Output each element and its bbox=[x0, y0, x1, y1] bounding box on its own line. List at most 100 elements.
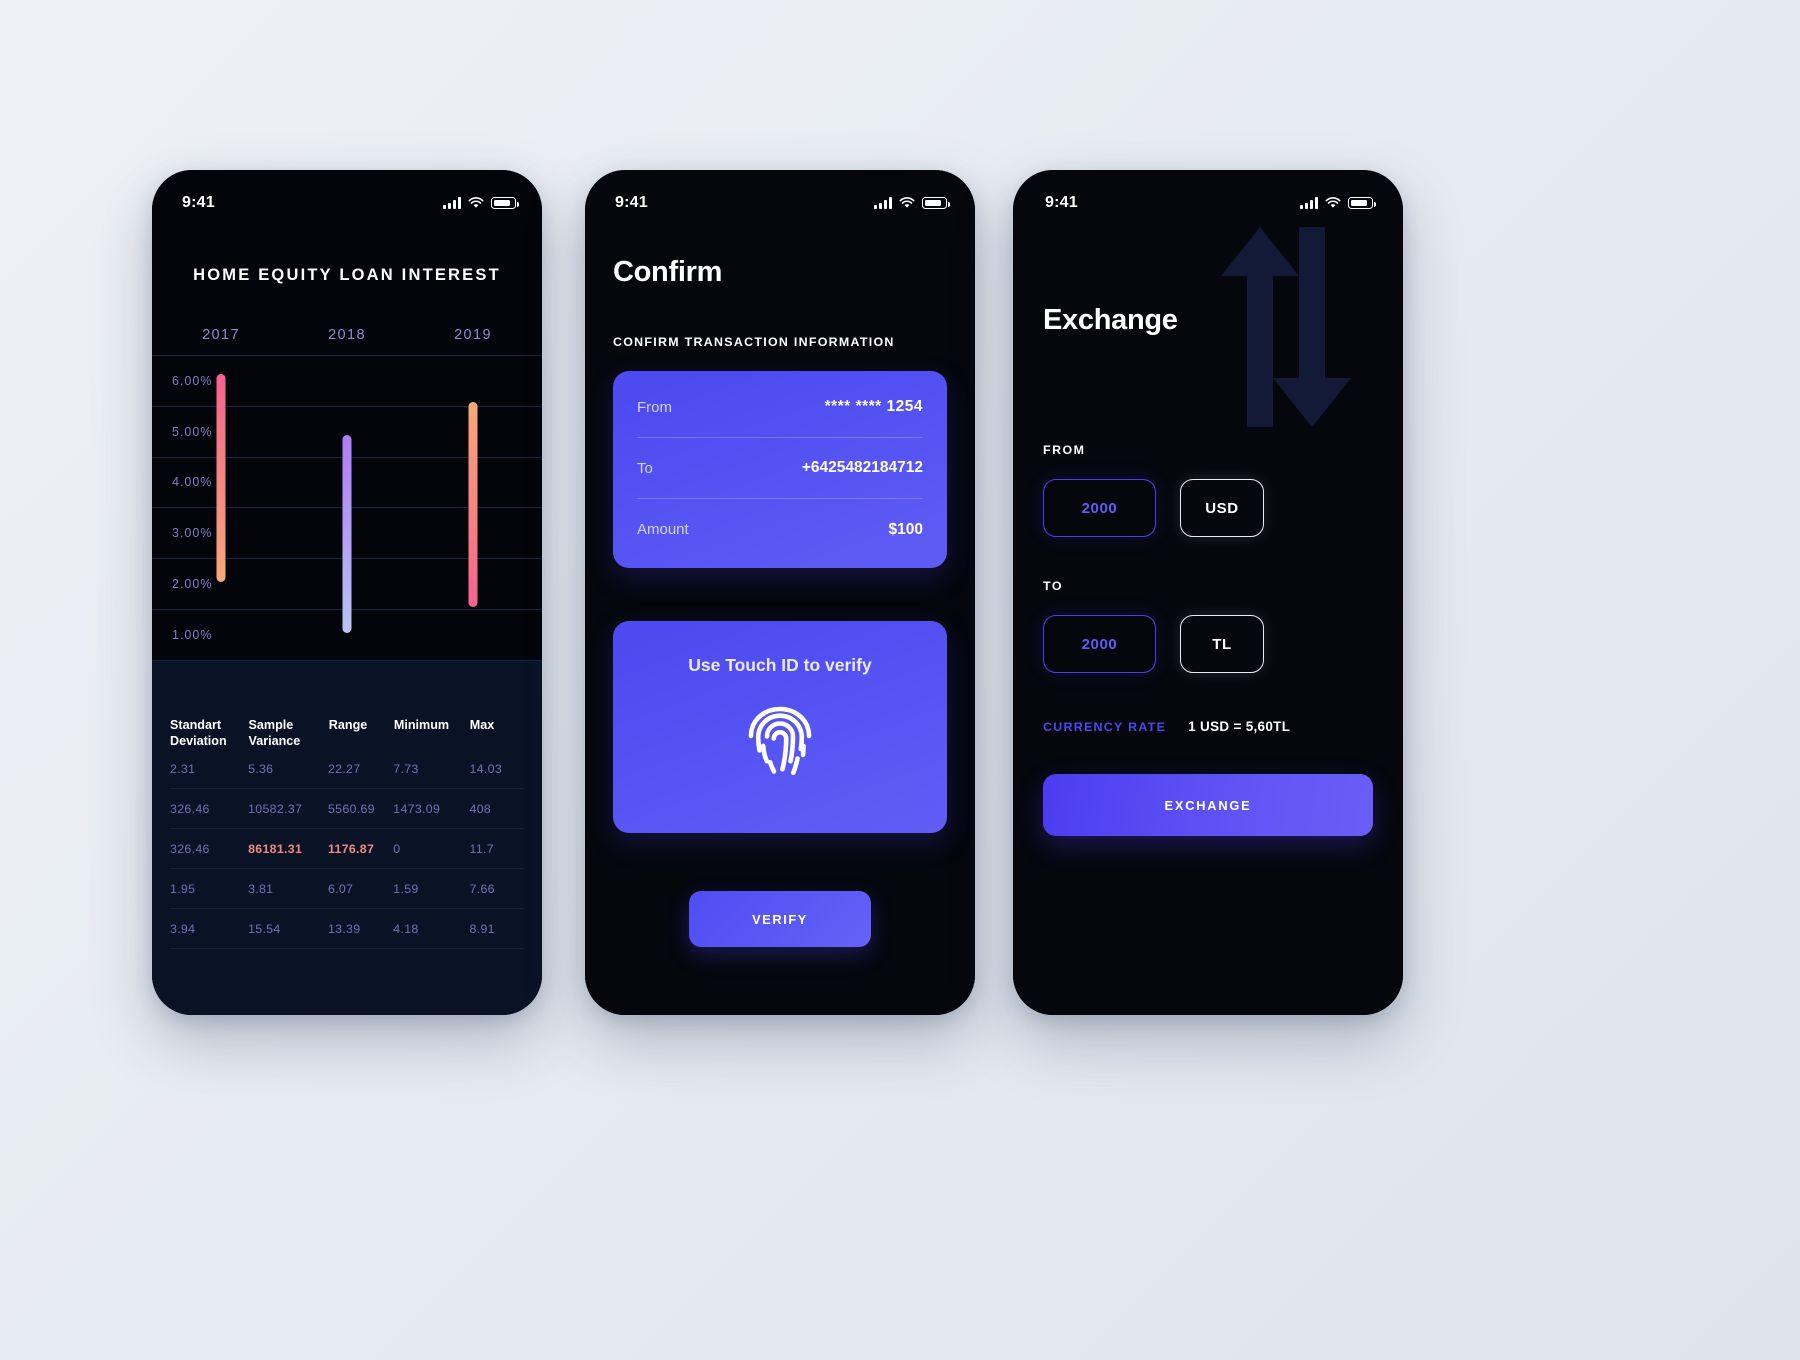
table-cell: 8.91 bbox=[469, 921, 495, 936]
page-title: HOME EQUITY LOAN INTEREST bbox=[193, 266, 501, 284]
year-label: 2017 bbox=[202, 327, 240, 343]
currency-rate-row: CURRENCY RATE 1 USD = 5,60TL bbox=[1043, 719, 1373, 734]
table-header-row: Standart Deviation Sample Variance Range… bbox=[170, 660, 524, 749]
grid-row: 4.00% bbox=[152, 458, 542, 509]
table-cell: 1.95 bbox=[170, 881, 196, 896]
table-cell: 6.07 bbox=[327, 881, 354, 896]
signal-bars-icon bbox=[874, 197, 892, 209]
grid-row: 3.00% bbox=[152, 508, 542, 560]
currency-rate-value: 1 USD = 5,60TL bbox=[1188, 719, 1291, 734]
table-body: 2.31 5.36 22.27 7.73 14.03 326.46 10582.37 5560… bbox=[170, 749, 524, 950]
table-cell: 14.03 bbox=[469, 761, 503, 776]
from-currency-selector[interactable]: USD bbox=[1180, 479, 1264, 537]
chart-screen-body: 9:41 HOME EQUITY LOAN INTEREST 2017 2018… bbox=[152, 170, 542, 1015]
table-row: 326.46 86181.31 1176.87 0 11.7 bbox=[170, 829, 524, 870]
phone-confirm-screen: 9:41 Confirm CONFIRM TRANSACTION INFORMA… bbox=[585, 170, 975, 1015]
y-tick-label: 5.00% bbox=[172, 424, 213, 439]
column-header-range: Range bbox=[328, 718, 368, 732]
table-cell: 1.59 bbox=[393, 881, 419, 896]
to-field-row: 2000 TL bbox=[1043, 615, 1373, 673]
table-cell: 326.46 bbox=[170, 801, 210, 816]
screenshot-stage: 9:41 HOME EQUITY LOAN INTEREST 2017 2018… bbox=[0, 0, 1800, 1360]
year-label: 2019 bbox=[454, 327, 492, 343]
column-header-standard-deviation: Standart Deviation bbox=[170, 718, 227, 748]
table-row: 2.31 5.36 22.27 7.73 14.03 bbox=[170, 749, 524, 790]
table-cell: 5.36 bbox=[248, 761, 274, 776]
interest-range-chart: 6.00% 5.00% 4.00% 3.00% 2.00% 1.00% bbox=[152, 355, 542, 661]
exchange-button[interactable]: EXCHANGE bbox=[1043, 774, 1373, 836]
y-tick-label: 2.00% bbox=[172, 577, 213, 592]
touch-id-card[interactable]: Use Touch ID to verify bbox=[613, 621, 947, 833]
section-label: CONFIRM TRANSACTION INFORMATION bbox=[613, 335, 895, 349]
status-bar-icons bbox=[443, 197, 519, 209]
y-tick-label: 6.00% bbox=[172, 373, 213, 388]
table-cell: 7.73 bbox=[393, 761, 419, 776]
signal-bars-icon bbox=[443, 197, 461, 209]
status-bar-time: 9:41 bbox=[1045, 194, 1078, 211]
y-tick-label: 4.00% bbox=[172, 475, 213, 490]
table-cell: 1176.87 bbox=[327, 841, 375, 856]
verify-button[interactable]: VERIFY bbox=[689, 891, 871, 947]
from-field-row: 2000 USD bbox=[1043, 479, 1373, 537]
status-bar: 9:41 bbox=[1043, 170, 1376, 222]
transaction-row-from: From **** **** 1254 bbox=[637, 377, 923, 438]
table-cell: 3.81 bbox=[248, 881, 274, 896]
grid-row: 1.00% bbox=[152, 610, 542, 661]
battery-icon bbox=[491, 197, 519, 209]
phone-chart-screen: 9:41 HOME EQUITY LOAN INTEREST 2017 2018… bbox=[152, 170, 542, 1015]
grid-row: 2.00% bbox=[152, 559, 542, 610]
fingerprint-icon[interactable] bbox=[743, 702, 817, 787]
table-cell: 2.31 bbox=[170, 761, 196, 776]
table-row: 326.46 10582.37 5560.69 1473.09 408 bbox=[170, 789, 524, 830]
table-cell: 408 bbox=[469, 801, 492, 816]
table-cell: 4.18 bbox=[393, 921, 419, 936]
touch-id-heading: Use Touch ID to verify bbox=[688, 655, 872, 675]
table-cell: 13.39 bbox=[327, 921, 361, 936]
table-cell: 22.27 bbox=[327, 761, 361, 776]
page-title: Confirm bbox=[613, 256, 723, 288]
row-key: Amount bbox=[637, 521, 689, 538]
status-bar-time: 9:41 bbox=[182, 194, 215, 211]
status-bar: 9:41 bbox=[613, 170, 950, 222]
column-header-max: Max bbox=[469, 718, 495, 732]
table-cell: 11.7 bbox=[469, 841, 494, 856]
row-value: $100 bbox=[888, 520, 923, 538]
row-value: **** **** 1254 bbox=[824, 398, 923, 415]
table-row: 1.95 3.81 6.07 1.59 7.66 bbox=[170, 869, 524, 910]
transaction-row-amount: Amount $100 bbox=[637, 499, 923, 560]
y-tick-label: 3.00% bbox=[172, 526, 213, 541]
status-bar: 9:41 bbox=[152, 170, 542, 222]
exchange-screen-body: 9:41 Exchange FROM 2000 USD TO 2000 TL C… bbox=[1013, 170, 1403, 1015]
transaction-card: From **** **** 1254 To +6425482184712 Am… bbox=[613, 371, 947, 568]
row-key: To bbox=[637, 459, 653, 477]
table-cell: 0 bbox=[393, 841, 401, 856]
wifi-icon bbox=[468, 197, 484, 209]
grid-row: 5.00% bbox=[152, 407, 542, 458]
year-label: 2018 bbox=[328, 327, 366, 343]
table-cell: 10582.37 bbox=[248, 801, 303, 816]
status-bar-icons bbox=[1300, 197, 1376, 209]
y-tick-label: 1.00% bbox=[172, 627, 213, 642]
currency-rate-label: CURRENCY RATE bbox=[1043, 719, 1167, 734]
wifi-icon bbox=[899, 197, 915, 209]
phone-exchange-screen: 9:41 Exchange FROM 2000 USD TO 2000 TL C… bbox=[1013, 170, 1403, 1015]
from-amount-input[interactable]: 2000 bbox=[1043, 479, 1156, 537]
column-header-minimum: Minimum bbox=[393, 718, 450, 732]
to-amount-input[interactable]: 2000 bbox=[1043, 615, 1156, 673]
wifi-icon bbox=[1325, 197, 1341, 209]
signal-bars-icon bbox=[1300, 197, 1318, 209]
table-cell: 7.66 bbox=[469, 881, 495, 896]
transaction-row-to: To +6425482184712 bbox=[637, 438, 923, 499]
status-bar-icons bbox=[874, 197, 950, 209]
statistics-table: Standart Deviation Sample Variance Range… bbox=[152, 660, 542, 1015]
row-key: From bbox=[637, 398, 672, 416]
table-cell: 3.94 bbox=[170, 921, 196, 936]
page-title: Exchange bbox=[1043, 304, 1178, 336]
to-label: TO bbox=[1043, 579, 1063, 593]
table-cell: 1473.09 bbox=[393, 801, 441, 816]
grid-row: 6.00% bbox=[152, 356, 542, 407]
row-value: +6425482184712 bbox=[801, 459, 923, 476]
to-currency-selector[interactable]: TL bbox=[1180, 615, 1264, 673]
table-cell: 15.54 bbox=[248, 921, 281, 936]
from-label: FROM bbox=[1043, 443, 1086, 457]
